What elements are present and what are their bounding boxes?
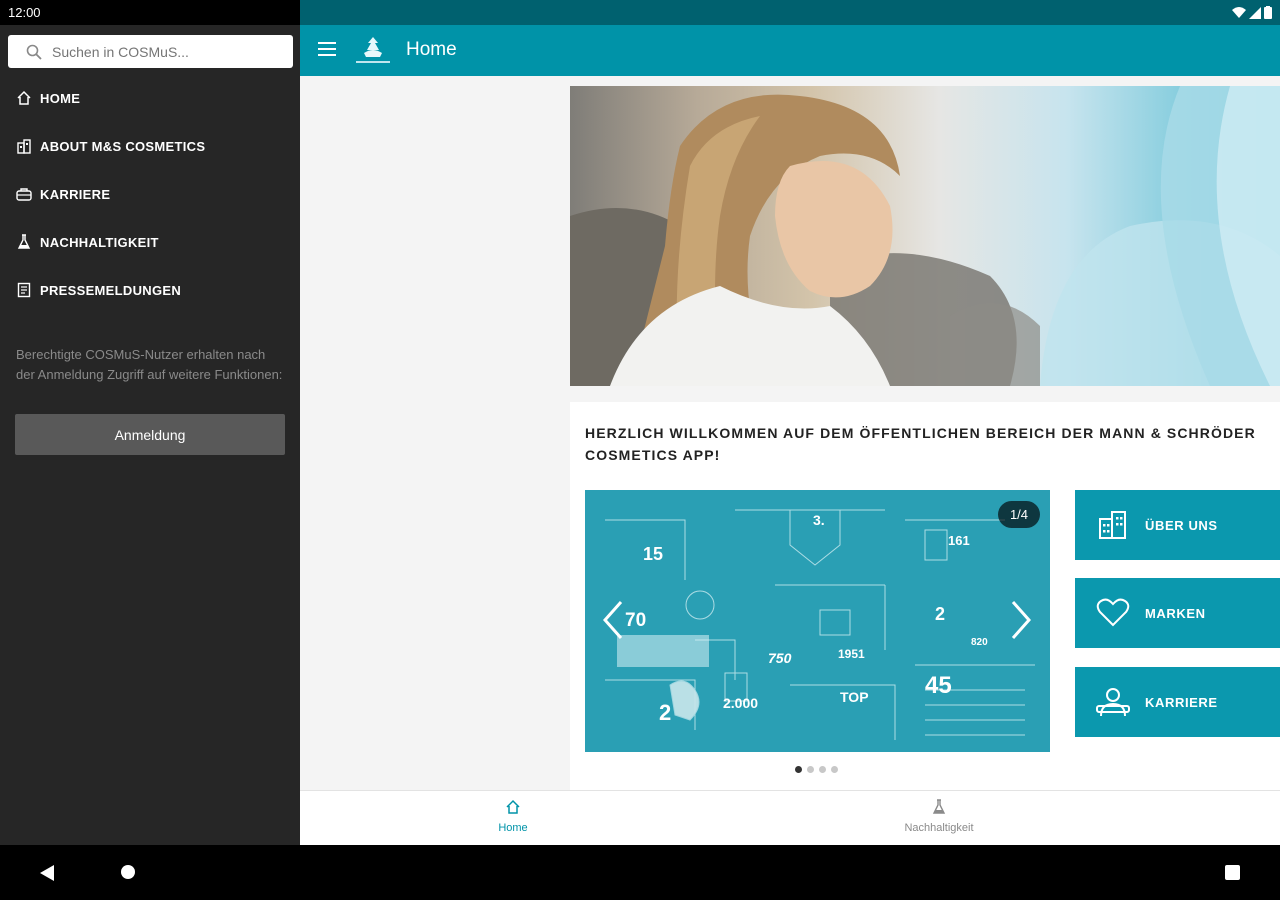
- home-icon: [506, 799, 520, 814]
- page-title: Home: [406, 39, 457, 60]
- heart-icon: [1095, 595, 1131, 631]
- flask-icon: [15, 233, 33, 251]
- carousel-dot[interactable]: [807, 766, 814, 773]
- back-icon[interactable]: [40, 865, 54, 881]
- app-bar: Home: [300, 25, 1280, 76]
- signal-icon: [1249, 6, 1261, 19]
- hero-image: [570, 86, 1280, 386]
- infographic-text: 15: [643, 544, 663, 564]
- main-content: HERZLICH WILLKOMMEN AUF DEM ÖFFENTLICHEN…: [300, 76, 1280, 790]
- drawer-item-label: KARRIERE: [40, 186, 111, 202]
- infographic-text: 750: [768, 650, 792, 666]
- drawer-item-nachhaltigkeit[interactable]: NACHHALTIGKEIT: [0, 220, 300, 264]
- drawer-item-about[interactable]: ABOUT M&S COSMETICS: [0, 124, 300, 168]
- carousel-dot[interactable]: [831, 766, 838, 773]
- system-nav-bar: [0, 845, 1280, 900]
- status-icons: [1232, 6, 1272, 19]
- drawer-item-home[interactable]: HOME: [0, 76, 300, 120]
- status-time: 12:00: [8, 5, 41, 20]
- infographic-text: 70: [625, 610, 646, 631]
- welcome-heading: HERZLICH WILLKOMMEN AUF DEM ÖFFENTLICHEN…: [585, 425, 1256, 463]
- home-button[interactable]: [121, 865, 135, 879]
- drawer-item-label: HOME: [40, 90, 81, 106]
- drawer-item-karriere[interactable]: KARRIERE: [0, 172, 300, 216]
- tile-label: MARKEN: [1145, 605, 1206, 621]
- drawer-item-label: NACHHALTIGKEIT: [40, 234, 159, 250]
- login-button[interactable]: Anmeldung: [15, 414, 285, 455]
- chevron-right-icon[interactable]: [1009, 598, 1035, 642]
- tab-home[interactable]: Home: [463, 799, 563, 834]
- search-icon: [26, 44, 42, 60]
- chevron-left-icon[interactable]: [599, 598, 625, 642]
- carousel-dot[interactable]: [795, 766, 802, 773]
- career-icon: [15, 185, 33, 203]
- search-input[interactable]: [52, 43, 272, 60]
- bottom-tab-bar: Home Nachhaltigkeit: [300, 790, 1280, 845]
- login-note: Berechtigte COSMuS-Nutzer erhalten nach …: [16, 347, 283, 382]
- infographic-text: TOP: [840, 689, 869, 705]
- status-bar-right: [300, 0, 1280, 25]
- wifi-icon: [1232, 6, 1246, 18]
- battery-icon: [1264, 6, 1272, 19]
- infographic-graphic: 15 70 3. 161 2 750 1951 TOP 45 2.000 820…: [605, 509, 1035, 740]
- home-icon: [15, 89, 33, 107]
- tab-nachhaltigkeit[interactable]: Nachhaltigkeit: [889, 799, 989, 834]
- infographic-text: 3.: [813, 512, 825, 528]
- tile-ueber-uns[interactable]: ÜBER UNS: [1075, 490, 1280, 560]
- drawer-item-label: ABOUT M&S COSMETICS: [40, 138, 206, 154]
- career-icon: [1095, 684, 1131, 720]
- carousel-pagination: [795, 766, 838, 773]
- carousel-counter: 1/4: [998, 501, 1040, 528]
- tile-karriere[interactable]: KARRIERE: [1075, 667, 1280, 737]
- welcome-card: HERZLICH WILLKOMMEN AUF DEM ÖFFENTLICHEN…: [570, 402, 1280, 790]
- tile-label: ÜBER UNS: [1145, 517, 1218, 533]
- infographic-text: 2: [659, 700, 671, 725]
- status-bar-left: 12:00: [0, 0, 300, 25]
- infographic-text: 2: [935, 604, 945, 624]
- carousel-dot[interactable]: [819, 766, 826, 773]
- navigation-drawer: HOME ABOUT M&S COSMETICS KARRIERE NACHHA…: [0, 25, 300, 845]
- building-icon: [1095, 507, 1131, 543]
- menu-icon[interactable]: [318, 42, 336, 56]
- drawer-item-label: PRESSEMELDUNGEN: [40, 282, 182, 298]
- search-bar[interactable]: [8, 35, 293, 68]
- infographic-text: 820: [971, 637, 988, 648]
- building-icon: [15, 137, 33, 155]
- recents-button[interactable]: [1225, 865, 1240, 880]
- infographic-text: 45: [925, 672, 952, 699]
- tab-label: Home: [498, 822, 528, 834]
- hero-illustration: [570, 86, 1280, 386]
- infographic-text: 1951: [838, 647, 865, 661]
- tile-marken[interactable]: MARKEN: [1075, 578, 1280, 648]
- infographic-carousel[interactable]: 15 70 3. 161 2 750 1951 TOP 45 2.000 820…: [585, 490, 1050, 752]
- tab-label: Nachhaltigkeit: [904, 822, 974, 834]
- brand-logo: [356, 37, 390, 63]
- document-icon: [15, 281, 33, 299]
- flask-icon: [932, 799, 946, 814]
- tile-label: KARRIERE: [1145, 694, 1218, 710]
- infographic-text: 2.000: [723, 695, 758, 711]
- infographic-text: 161: [948, 533, 970, 548]
- drawer-item-pressemeldungen[interactable]: PRESSEMELDUNGEN: [0, 268, 300, 312]
